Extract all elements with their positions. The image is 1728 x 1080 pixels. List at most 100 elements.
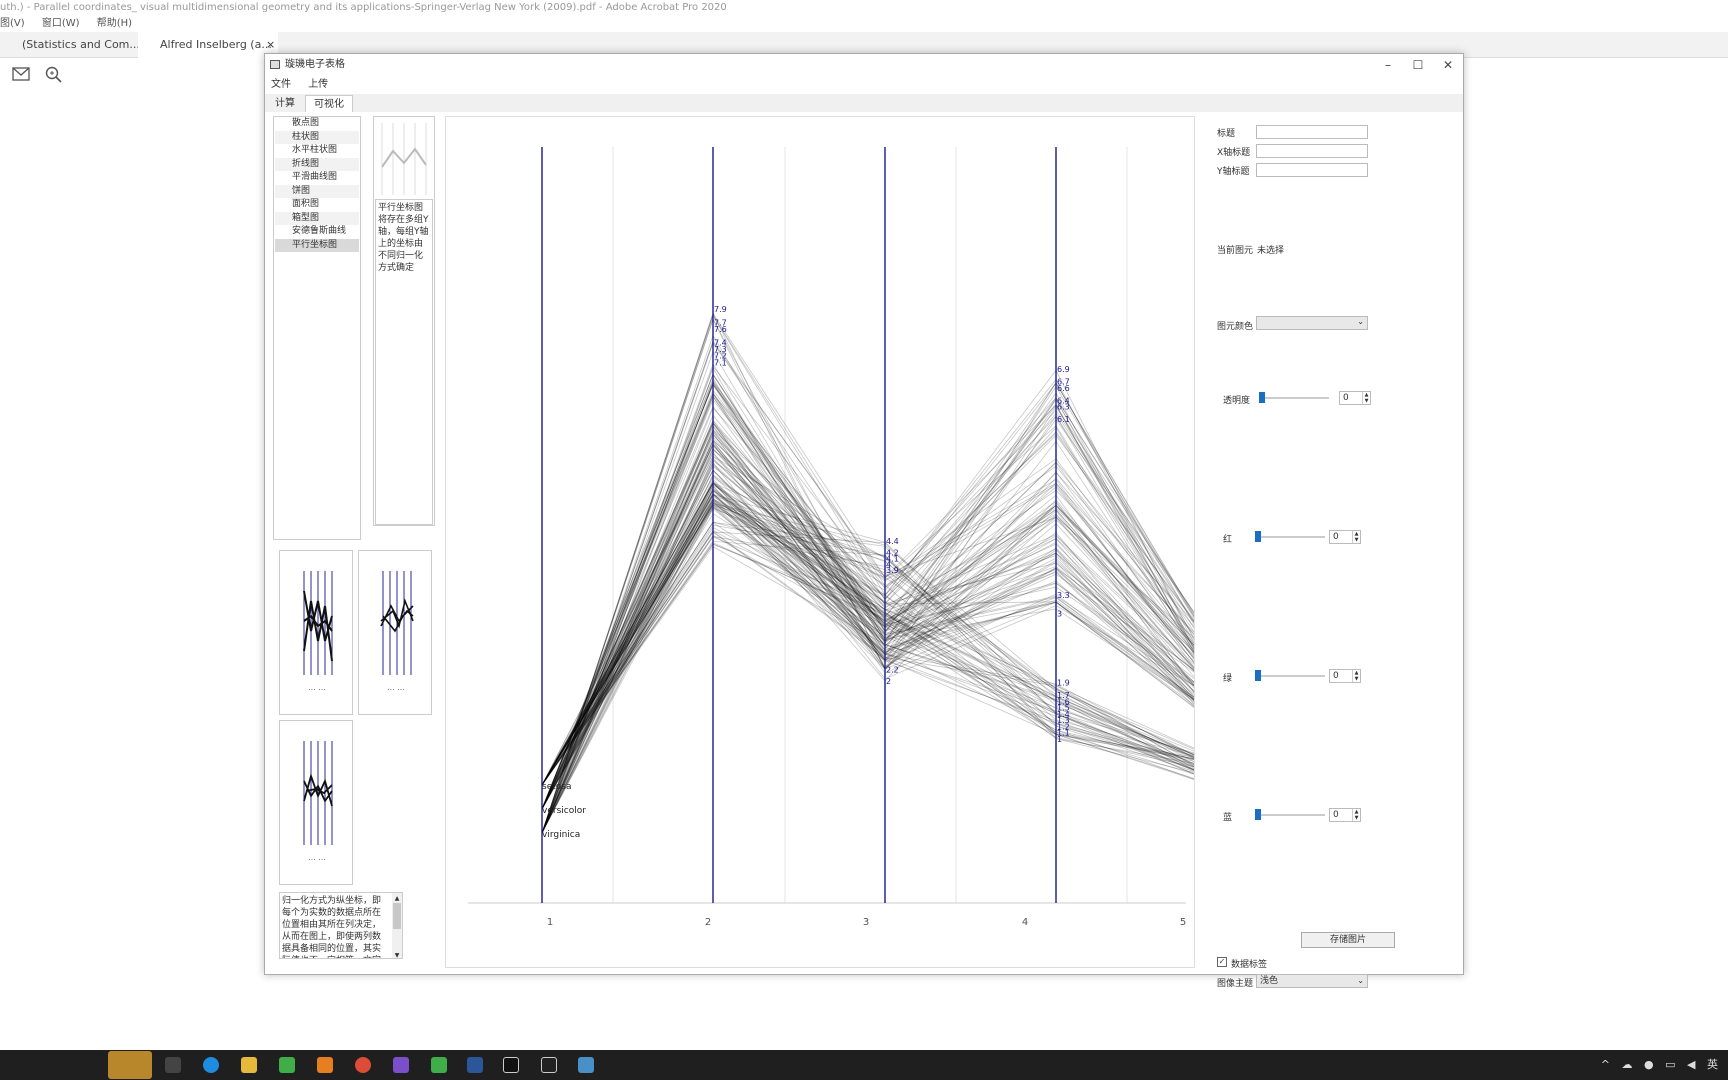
data-value-label: 3.3 — [1057, 591, 1070, 600]
mini-chart-3[interactable]: ... ... — [279, 720, 353, 885]
network-icon[interactable]: ▭ — [1665, 1058, 1675, 1071]
save-image-button[interactable]: 存储图片 — [1301, 932, 1395, 948]
alpha-slider[interactable] — [1259, 392, 1265, 403]
category-label: virginica — [542, 830, 580, 840]
current-element-label: 当前图元 — [1217, 246, 1254, 256]
red-label: 红 — [1223, 535, 1233, 545]
chart-item-scatter[interactable]: 散点图 — [275, 117, 359, 131]
chevron-down-icon: ⌄ — [1357, 976, 1364, 985]
alpha-label: 透明度 — [1223, 396, 1251, 406]
green-spinbox[interactable]: 0 ▲ ▼ — [1329, 669, 1361, 683]
data-value-label: 2 — [886, 677, 891, 686]
blue-slider[interactable] — [1255, 809, 1261, 820]
windows-taskbar: ^ ☁ ● ▭ ◀ 英 — [0, 1050, 1728, 1080]
app-title-bar: 璇璣电子表格 – ☐ ✕ — [265, 54, 1463, 76]
chart-item-pie[interactable]: 饼图 — [275, 184, 359, 198]
parallel-coordinates-chart[interactable]: 1 2 3 4 5setosaversicolorvirginica7.97.77.67… — [446, 117, 1228, 967]
spreadsheet-app-window: 璇璣电子表格 – ☐ ✕ 文件 上传 计算 可视化 散点图 柱状图 水平柱状图 … — [264, 53, 1464, 989]
mic-icon[interactable]: ● — [1644, 1058, 1654, 1071]
taskbar-avatar-icon[interactable] — [108, 1051, 152, 1079]
chart-item-area[interactable]: 面积图 — [275, 198, 359, 212]
app-menu-bar: 文件 上传 — [265, 76, 336, 94]
menu-upload[interactable]: 上传 — [308, 79, 328, 90]
minimize-icon[interactable]: – — [1373, 54, 1403, 76]
qt-icon[interactable] — [431, 1057, 447, 1073]
spin-arrows-icon[interactable]: ▲ ▼ — [1352, 809, 1360, 821]
mail-icon[interactable] — [12, 67, 30, 81]
data-value-label: 3 — [1057, 610, 1062, 619]
tab-compute[interactable]: 计算 — [267, 95, 303, 112]
volume-icon[interactable]: ◀ — [1687, 1058, 1695, 1071]
zoom-icon[interactable] — [45, 66, 63, 84]
cloud-icon[interactable]: ☁ — [1622, 1058, 1633, 1071]
data-value-label: 7.6 — [714, 325, 727, 334]
camera-icon[interactable] — [541, 1057, 557, 1073]
red-value: 0 — [1333, 532, 1339, 542]
green-slider[interactable] — [1255, 670, 1261, 681]
mini-chart-1-plot — [303, 571, 333, 675]
element-color-select[interactable]: ⌄ — [1256, 316, 1368, 330]
blue-spinbox[interactable]: 0 ▲ ▼ — [1329, 808, 1361, 822]
chart-item-line[interactable]: 折线图 — [275, 157, 359, 171]
visual-studio-icon[interactable] — [393, 1057, 409, 1073]
tab-visualize[interactable]: 可视化 — [305, 95, 353, 112]
normalization-description: 归一化方式为纵坐标，即每个为实数的数据点所在位置相由其所在列决定，从而在图上，即… — [279, 892, 403, 959]
chart-item-smooth[interactable]: 平滑曲线图 — [275, 171, 359, 185]
red-track — [1255, 536, 1325, 538]
chart-item-parallel[interactable]: 平行坐标图 — [275, 238, 359, 252]
acrobat-icon[interactable] — [503, 1057, 519, 1073]
mini-chart-1[interactable]: ... ... — [279, 550, 353, 715]
acrobat-tab-label: Alfred Inselberg (a... — [160, 38, 272, 51]
chart-preview-panel: 平行坐标图将存在多组Y轴，每组Y轴上的坐标由不同归一化方式确定 — [373, 116, 435, 526]
chart-item-andrews[interactable]: 安德鲁斯曲线 — [275, 225, 359, 239]
maximize-icon[interactable]: ☐ — [1403, 54, 1433, 76]
data-labels-label: 数据标签 — [1231, 960, 1268, 970]
spin-arrows-icon[interactable]: ▲ ▼ — [1362, 392, 1370, 404]
red-spinbox[interactable]: 0 ▲ ▼ — [1329, 530, 1361, 544]
spin-arrows-icon[interactable]: ▲ ▼ — [1352, 670, 1360, 682]
theme-label: 图像主题 — [1217, 979, 1254, 989]
axis-tick-label: 4 — [1022, 917, 1028, 928]
chart-type-list: 散点图 柱状图 水平柱状图 折线图 平滑曲线图 饼图 面积图 箱型图 安德鲁斯曲… — [273, 116, 361, 540]
acrobat-menu-help[interactable]: 帮助(H) — [97, 18, 132, 29]
spin-arrows-icon[interactable]: ▲ ▼ — [1352, 531, 1360, 543]
green-label: 绿 — [1223, 674, 1233, 684]
qt-creator-icon[interactable] — [279, 1057, 295, 1073]
title-label: 标题 — [1217, 129, 1236, 139]
menu-file[interactable]: 文件 — [271, 79, 291, 90]
description-scrollbar[interactable]: ▲ ▼ — [392, 893, 402, 958]
chart-item-box[interactable]: 箱型图 — [275, 211, 359, 225]
file-explorer-icon[interactable] — [241, 1057, 257, 1073]
close-icon[interactable]: ✕ — [1433, 54, 1463, 76]
data-value-label: 1.9 — [1057, 679, 1070, 688]
spreadsheet-app-icon[interactable] — [578, 1057, 594, 1073]
data-value-label: 7.1 — [714, 358, 727, 367]
acrobat-tab-inselberg[interactable]: Alfred Inselberg (a... × — [138, 32, 278, 58]
red-slider[interactable] — [1255, 531, 1261, 542]
matlab-icon[interactable] — [317, 1057, 333, 1073]
word-icon[interactable] — [467, 1057, 483, 1073]
acrobat-menu-window[interactable]: 窗口(W) — [42, 18, 80, 29]
acrobat-tab-statistics[interactable]: (Statistics and Com... — [0, 32, 140, 58]
ime-indicator[interactable]: 英 — [1707, 1058, 1718, 1071]
chrome-icon[interactable] — [355, 1057, 371, 1073]
data-value-label: 2.2 — [886, 665, 899, 674]
yaxis-input[interactable] — [1256, 163, 1368, 177]
mini-chart-2-plot — [380, 571, 414, 675]
theme-select[interactable]: 浅色 ⌄ — [1256, 974, 1368, 988]
mini-chart-2[interactable]: ... ... — [358, 550, 432, 715]
data-value-label: 7.9 — [714, 305, 727, 314]
chevron-up-icon[interactable]: ^ — [1601, 1058, 1610, 1071]
normalization-text: 归一化方式为纵坐标，即每个为实数的数据点所在位置相由其所在列决定，从而在图上，即… — [282, 896, 382, 958]
title-input[interactable] — [1256, 125, 1368, 139]
acrobat-menu-view[interactable]: 图(V) — [0, 18, 25, 29]
chart-item-bar[interactable]: 柱状图 — [275, 130, 359, 144]
chart-item-hbar[interactable]: 水平柱状图 — [275, 144, 359, 158]
xaxis-input[interactable] — [1256, 144, 1368, 158]
data-labels-checkbox[interactable]: ✓ — [1217, 957, 1227, 967]
task-view-icon[interactable] — [165, 1057, 181, 1073]
axis-tick-label: 5 — [1180, 917, 1186, 928]
axis-tick-label: 3 — [863, 917, 869, 928]
alpha-spinbox[interactable]: 0 ▲ ▼ — [1339, 391, 1371, 405]
edge-icon[interactable] — [203, 1057, 219, 1073]
